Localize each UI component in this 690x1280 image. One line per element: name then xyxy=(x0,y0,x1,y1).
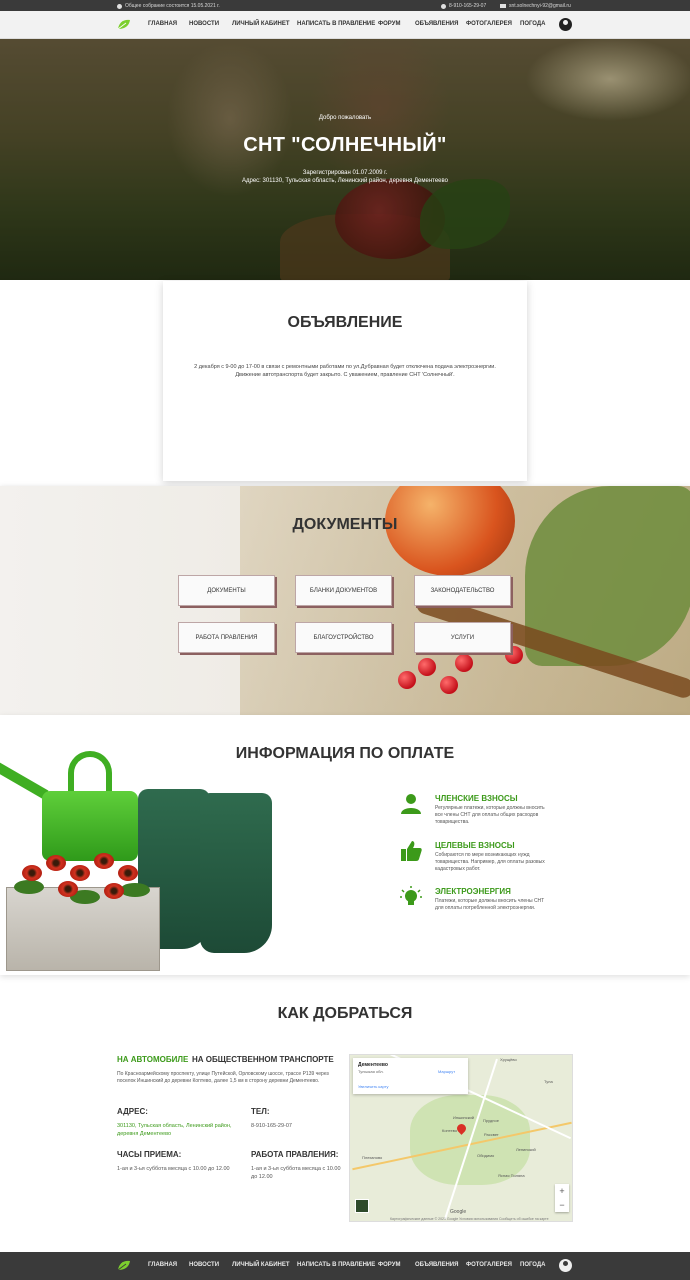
top-email[interactable]: snt.solnechnyi-92@gmail.ru xyxy=(500,3,571,9)
main-nav: Главная Новости Личный кабинет Написать … xyxy=(0,11,690,39)
nav-item-home[interactable]: Главная xyxy=(148,21,177,27)
payment-item-title: Членские взносы xyxy=(435,794,518,803)
footer-nav-news[interactable]: Новости xyxy=(189,1262,219,1268)
hours-value: 1-ая и 3-ья суббота месяца с 10.00 до 12… xyxy=(117,1166,230,1172)
meeting-announcement-text: Общее собрание состоится 15.05.2021 г. xyxy=(125,3,220,9)
nav-item-write-board[interactable]: Написать в правление xyxy=(297,21,375,27)
docs-button-improvement[interactable]: Благоустройство xyxy=(295,622,392,653)
docs-button-legislation[interactable]: Законодательство xyxy=(414,575,511,606)
payment-item-text: Платежи, которые должны вносить члены СН… xyxy=(435,898,545,911)
announcement-text: 2 декабря с 9-00 до 17-00 в связи с ремо… xyxy=(194,364,496,378)
map-label: Рассвет xyxy=(484,1132,499,1137)
footer-nav-home[interactable]: Главная xyxy=(148,1262,177,1268)
leaf-logo-icon[interactable] xyxy=(117,19,131,30)
user-account-icon[interactable] xyxy=(559,18,572,31)
thumbs-up-icon xyxy=(401,841,422,861)
footer-nav-forum[interactable]: Форум xyxy=(378,1262,400,1268)
directions-title: КАК ДОБРАТЬСЯ xyxy=(277,1005,413,1022)
hero-registered: Зарегистрирован 01.07.2009 г. xyxy=(302,170,388,176)
hero-title: СНТ "СОЛНЕЧНЫЙ" xyxy=(243,134,447,156)
leaf-logo-icon[interactable] xyxy=(117,1260,131,1271)
footer-nav-account[interactable]: Личный кабинет xyxy=(232,1262,290,1268)
documents-title: ДОКУМЕНТЫ xyxy=(292,516,398,533)
payment-item-title: Электроэнергия xyxy=(435,887,511,896)
map-label: Иншинский xyxy=(453,1115,474,1120)
top-email-text[interactable]: snt.solnechnyi-92@gmail.ru xyxy=(509,3,571,9)
map-label: Плеханово xyxy=(362,1155,383,1160)
announcement-title: ОБЪЯВЛЕНИЕ xyxy=(287,314,403,331)
announcement-card: ОБЪЯВЛЕНИЕ 2 декабря с 9-00 до 17-00 в с… xyxy=(163,281,527,481)
address-label: АДРЕС: xyxy=(117,1107,148,1116)
nav-item-ads[interactable]: Объявления xyxy=(415,21,458,27)
board-hours-value: 1-ая и 3-ья суббота месяца с 10.00 до 12… xyxy=(251,1166,341,1180)
nav-item-account[interactable]: Личный кабинет xyxy=(232,21,290,27)
map-larger-link[interactable]: Увеличить карту xyxy=(358,1084,388,1089)
documents-section: ДОКУМЕНТЫ Документы Бланки документов За… xyxy=(0,486,690,715)
zoom-in-button[interactable]: + xyxy=(555,1184,569,1198)
tab-by-car[interactable]: НА АВТОМОБИЛЕ xyxy=(117,1055,188,1064)
lightbulb-icon xyxy=(400,886,422,905)
map-route-link[interactable]: Маршрут xyxy=(438,1069,455,1074)
map-label: Обидимо xyxy=(477,1153,495,1158)
docs-button-documents[interactable]: Документы xyxy=(178,575,275,606)
footer-nav-ads[interactable]: Объявления xyxy=(415,1262,458,1268)
phone-icon xyxy=(441,3,446,9)
hero-banner: Добро пожаловать СНТ "СОЛНЕЧНЫЙ" Зарегис… xyxy=(0,39,690,280)
map-footer-text[interactable]: Картографические данные © 2021 Google Ус… xyxy=(390,1217,549,1221)
footer-nav: Главная Новости Личный кабинет Написать … xyxy=(0,1252,690,1280)
map-info-box: Дементеево Тульская обл. Маршрут Увеличи… xyxy=(353,1058,468,1094)
location-map[interactable]: Хрущёво Тула Иншинский Коптево Прудное Р… xyxy=(349,1054,573,1222)
footer-nav-weather[interactable]: Погода xyxy=(520,1262,546,1268)
footer-nav-write-board[interactable]: Написать в правление xyxy=(297,1262,375,1268)
nav-item-weather[interactable]: Погода xyxy=(520,21,546,27)
tab-public-transport[interactable]: НА ОБЩЕСТВЕННОМ ТРАНСПОРТЕ xyxy=(192,1055,334,1064)
map-zoom-control: + − xyxy=(555,1184,569,1212)
info-icon xyxy=(117,3,122,9)
top-info-bar: Общее собрание состоится 15.05.2021 г. 8… xyxy=(0,0,690,11)
zoom-out-button[interactable]: − xyxy=(555,1198,569,1212)
map-label: Коптево xyxy=(442,1128,458,1133)
meeting-announcement: Общее собрание состоится 15.05.2021 г. xyxy=(117,3,220,9)
google-logo: Google xyxy=(450,1209,467,1215)
phone-value[interactable]: 8-910-165-29-07 xyxy=(251,1122,341,1130)
address-value: 301130, Тульская область, Ленинский райо… xyxy=(117,1123,232,1137)
person-icon xyxy=(401,794,421,814)
docs-button-board-work[interactable]: Работа правления xyxy=(178,622,275,653)
satellite-toggle[interactable] xyxy=(355,1199,369,1213)
payment-item-title: Целевые взносы xyxy=(435,841,515,850)
map-label: Хрущёво xyxy=(500,1057,517,1062)
hours-label: ЧАСЫ ПРИЕМА: xyxy=(117,1150,182,1159)
payment-section: ИНФОРМАЦИЯ ПО ОПЛАТЕ Членские взносы Рег… xyxy=(0,715,690,975)
top-phone[interactable]: 8-910-165-29-07 xyxy=(441,3,486,9)
phone-label: ТЕЛ: xyxy=(251,1107,270,1116)
board-hours-label: РАБОТА ПРАВЛЕНИЯ: xyxy=(251,1150,339,1159)
berry-illustration xyxy=(398,671,416,689)
top-phone-text[interactable]: 8-910-165-29-07 xyxy=(449,3,486,9)
docs-button-forms[interactable]: Бланки документов xyxy=(295,575,392,606)
map-label: Тула xyxy=(544,1079,553,1084)
map-place-name: Дементеево xyxy=(358,1062,388,1068)
payment-item-text: Регулярные платежи, которые должны вноси… xyxy=(435,805,545,825)
docs-button-services[interactable]: Услуги xyxy=(414,622,511,653)
nav-item-forum[interactable]: Форум xyxy=(378,21,400,27)
map-label: Ленинский xyxy=(516,1147,536,1152)
user-account-icon[interactable] xyxy=(559,1259,572,1272)
route-description: По Красноармейскому проспекту, улице Пут… xyxy=(117,1071,329,1084)
hero-address: Адрес: 301130, Тульская область, Ленинск… xyxy=(242,178,448,184)
payment-item-text: Собираются по мере возникающих нужд това… xyxy=(435,852,545,872)
footer-nav-gallery[interactable]: Фотогалерея xyxy=(466,1262,512,1268)
map-label: Ясная Поляна xyxy=(498,1173,525,1178)
map-label: Прудное xyxy=(483,1118,499,1123)
envelope-icon xyxy=(500,4,506,8)
map-place-region: Тульская обл. xyxy=(358,1069,384,1074)
flower-illustration xyxy=(22,865,42,881)
hero-welcome: Добро пожаловать xyxy=(318,115,372,121)
watering-can-illustration xyxy=(42,791,138,861)
nav-item-news[interactable]: Новости xyxy=(189,21,219,27)
nav-item-gallery[interactable]: Фотогалерея xyxy=(466,21,512,27)
